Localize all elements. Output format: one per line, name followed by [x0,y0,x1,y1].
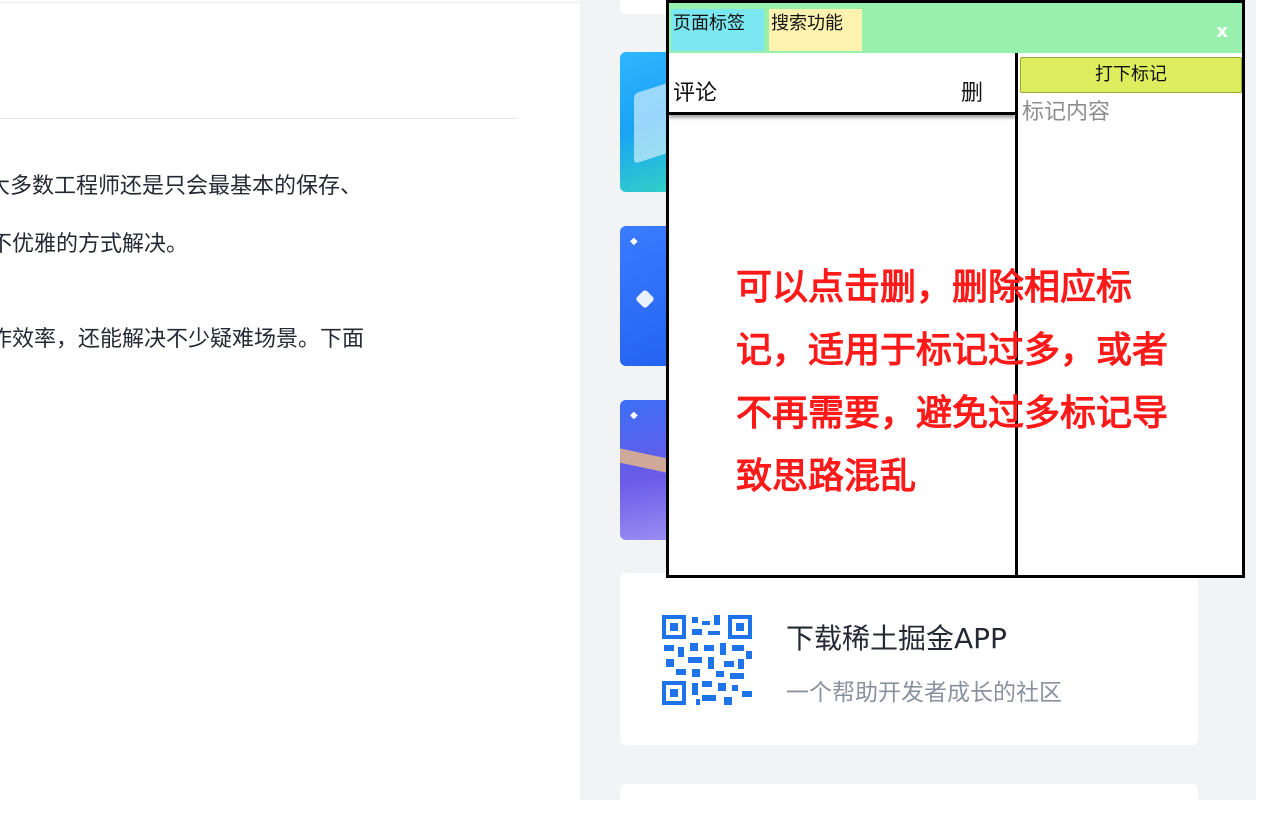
annotation-note: 可以点击删，删除相应标记，适用于标记过多，或者不再需要，避免过多标记导致思路混乱 [736,267,1169,497]
app-card-title: 下载稀土掘金APP [786,622,1007,655]
comment-header: 评论 删 [669,61,1015,115]
qr-code-icon [662,615,752,705]
banner-diamond-icon [635,289,655,309]
add-mark-button[interactable]: 打下标记 [1020,57,1242,93]
mark-content-input[interactable] [1022,95,1238,129]
article-divider [0,118,518,119]
article-line-3: 作效率，还能解决不少疑难场景。下面 [0,327,365,352]
tab-search[interactable]: 搜索功能 [769,9,862,51]
tab-page-tags[interactable]: 页面标签 [671,9,764,51]
article-body: 大多数工程师还是只会最基本的保存、 不优雅的方式解决。 作效率，还能解决不少疑难… [0,0,580,800]
banner-graphic [634,82,670,164]
article-line-1: 大多数工程师还是只会最基本的保存、 [0,174,363,199]
article-line-2: 不优雅的方式解决。 [0,232,189,257]
scrollbar[interactable] [1256,0,1280,800]
download-app-card[interactable]: 下载稀土掘金APP 一个帮助开发者成长的社区 [620,573,1198,745]
sidebar-card-bottom [620,784,1198,814]
popup-header: 页面标签 搜索功能 x [669,3,1242,53]
app-card-subtitle: 一个帮助开发者成长的社区 [786,680,1062,706]
top-rule [0,2,580,3]
comment-label: 评论 [673,81,718,106]
close-button[interactable]: x [1216,21,1228,42]
delete-button[interactable]: 删 [961,75,983,107]
juejin-logo-icon: ◆ [630,236,638,247]
juejin-logo-icon: ◆ [630,410,638,421]
